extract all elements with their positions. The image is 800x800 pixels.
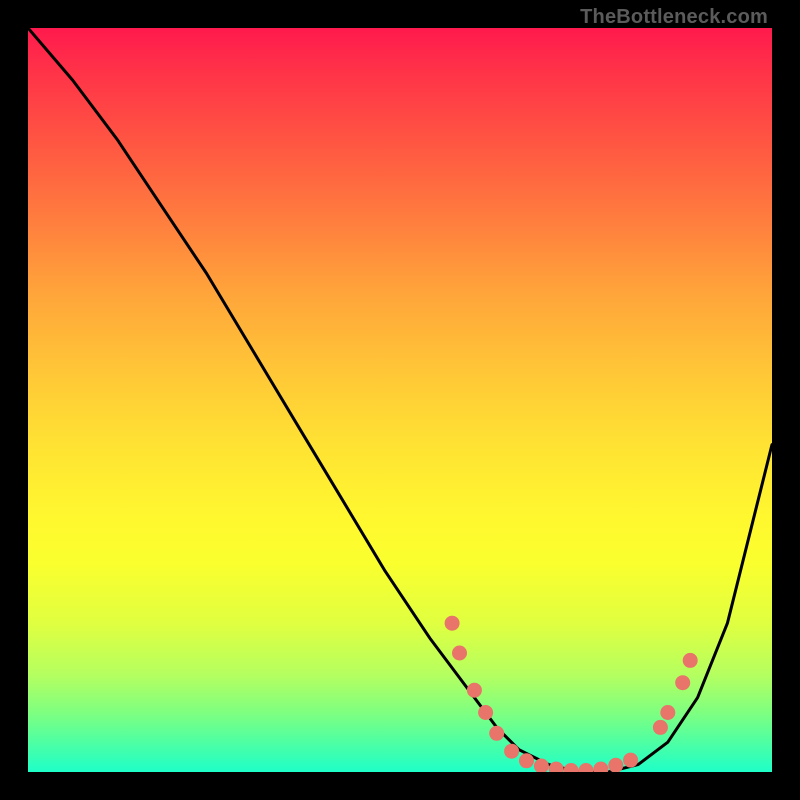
curve-marker [534,759,549,773]
curve-marker [593,762,608,773]
bottleneck-curve-path [28,28,772,772]
curve-marker [653,720,668,735]
curve-marker [608,758,623,772]
chart-frame [28,28,772,772]
curve-marker [504,744,519,759]
curve-marker [579,763,594,772]
curve-marker [549,762,564,773]
plot-area [28,28,772,772]
attribution-label: TheBottleneck.com [580,6,768,29]
curve-line [28,28,772,772]
curve-marker [564,763,579,772]
curve-marker [623,753,638,768]
curve-marker [519,753,534,768]
curve-marker [675,675,690,690]
curve-marker [445,616,460,631]
curve-marker [478,705,493,720]
chart-svg [28,28,772,772]
curve-marker [452,646,467,661]
curve-marker [660,705,675,720]
curve-marker [683,653,698,668]
curve-marker [489,726,504,741]
curve-marker [467,683,482,698]
